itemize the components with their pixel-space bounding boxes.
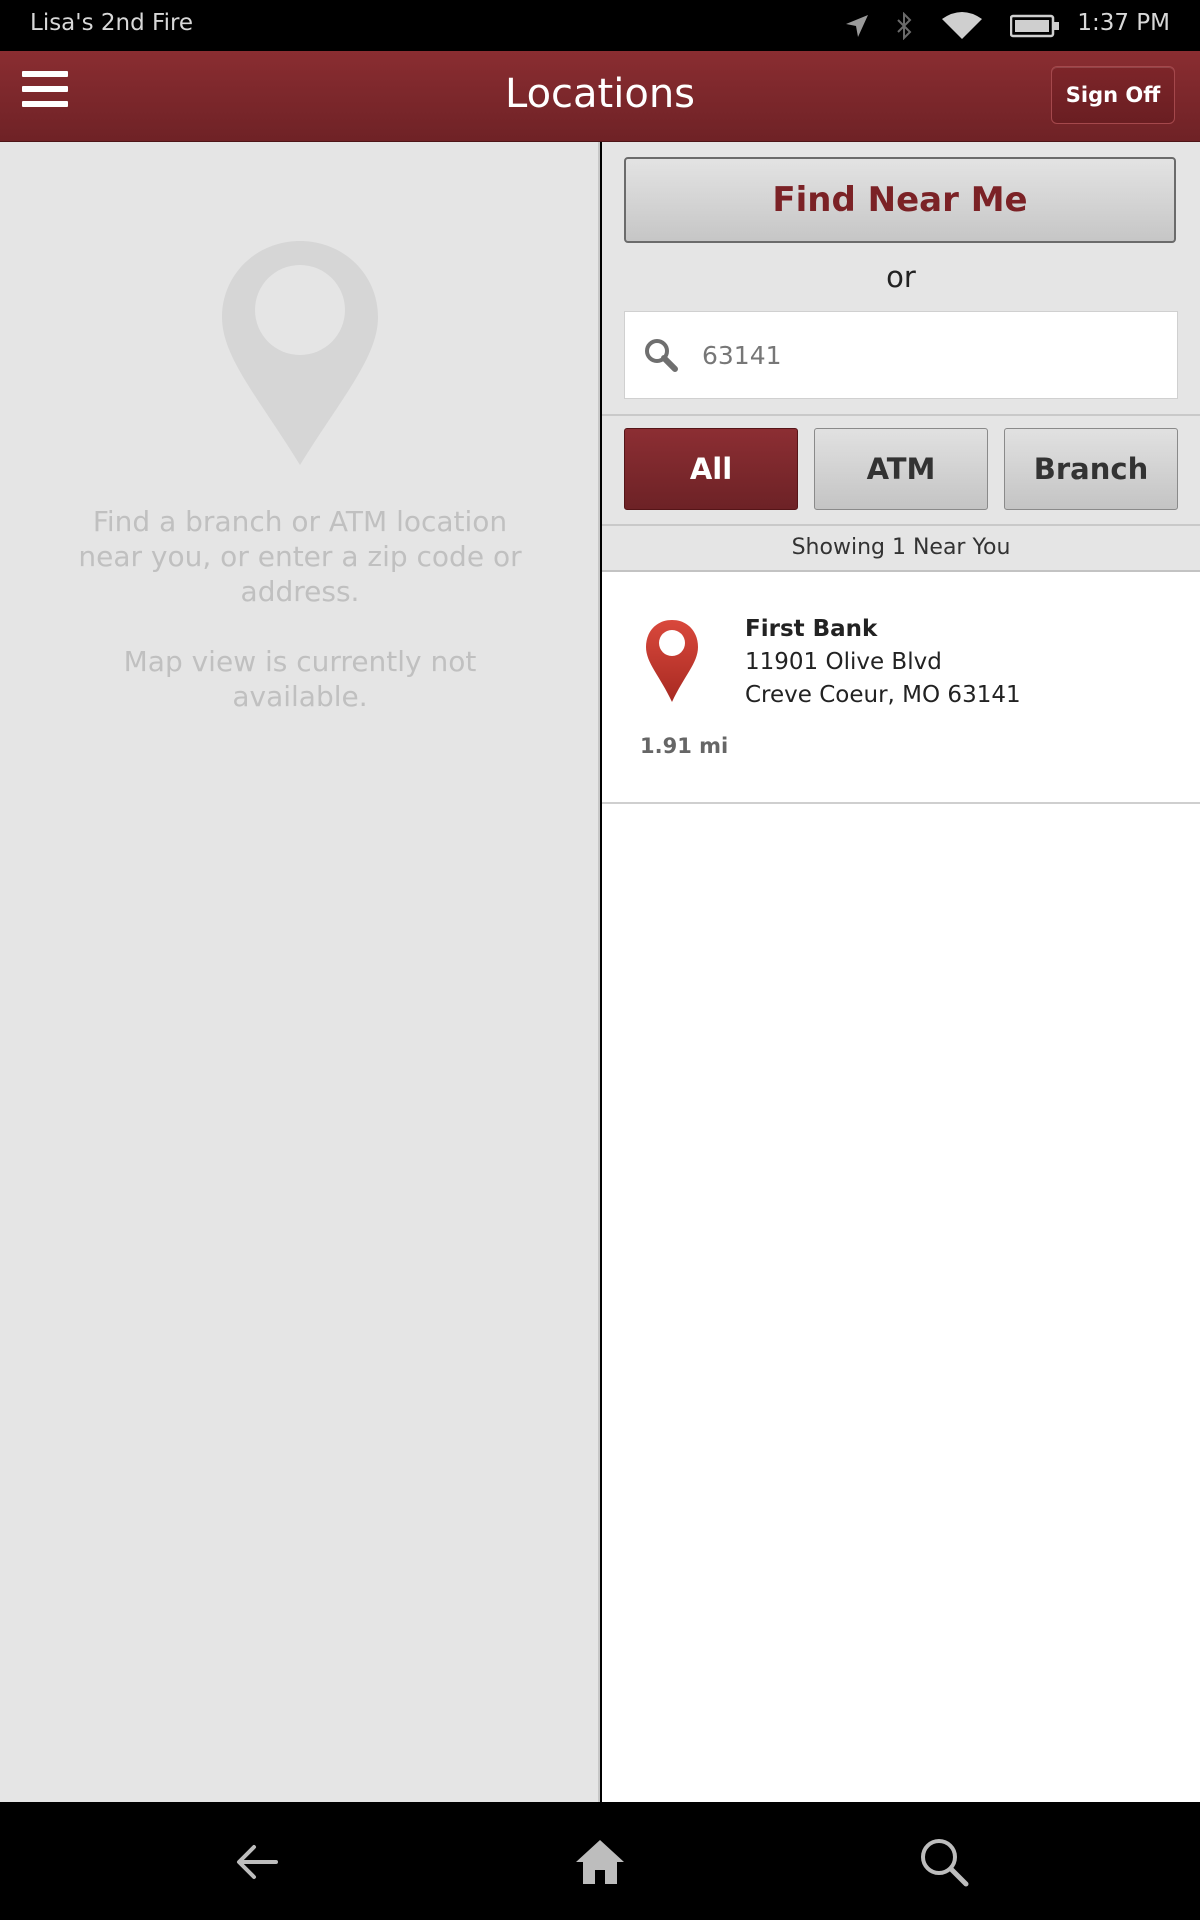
search-input[interactable] <box>700 334 1164 376</box>
system-nav-bar <box>0 1802 1200 1920</box>
map-instructions: Find a branch or ATM location near you, … <box>78 505 522 608</box>
map-panel: Find a branch or ATM location near you, … <box>0 142 600 1802</box>
status-bar: Lisa's 2nd Fire 1:37 PM <box>0 0 1200 51</box>
page-title: Locations <box>504 71 696 117</box>
or-separator: or <box>886 260 916 294</box>
home-icon[interactable] <box>570 1832 630 1892</box>
sign-off-button[interactable]: Sign Off <box>1051 66 1175 124</box>
distance-text: 1.91 mi <box>640 734 729 758</box>
filter-branch-button[interactable]: Branch <box>1004 428 1178 510</box>
search-area: Find Near Me or <box>602 142 1200 414</box>
status-icons <box>844 10 1060 42</box>
back-arrow-icon[interactable] <box>228 1832 288 1892</box>
locations-panel: Find Near Me or All ATM Branch Showing 1… <box>602 142 1200 1802</box>
battery-icon <box>1010 14 1059 38</box>
nav-search-icon[interactable] <box>914 1832 974 1892</box>
search-icon <box>645 339 678 372</box>
find-near-me-button[interactable]: Find Near Me <box>624 157 1176 243</box>
map-pin-icon <box>222 241 378 465</box>
filter-all-button[interactable]: All <box>624 428 798 510</box>
location-arrow-icon <box>846 15 868 37</box>
wifi-icon <box>942 12 982 39</box>
search-box[interactable] <box>624 311 1178 399</box>
location-pin-icon <box>646 620 698 702</box>
bluetooth-icon <box>897 12 912 40</box>
device-name: Lisa's 2nd Fire <box>30 10 194 36</box>
filter-bar: All ATM Branch <box>602 414 1200 526</box>
map-unavailable-text: Map view is currently not available. <box>123 645 477 713</box>
location-list-item[interactable]: 1.91 mi First Bank 11901 Olive Blvd Crev… <box>602 572 1200 804</box>
app-header: Locations Sign Off <box>0 51 1200 142</box>
location-address-line2: Creve Coeur, MO 63141 <box>745 682 1021 708</box>
location-address-line1: 11901 Olive Blvd <box>745 649 942 675</box>
status-time: 1:37 PM <box>1077 10 1170 36</box>
filter-atm-button[interactable]: ATM <box>814 428 988 510</box>
results-summary: Showing 1 Near You <box>602 526 1200 572</box>
location-name: First Bank <box>745 616 878 642</box>
